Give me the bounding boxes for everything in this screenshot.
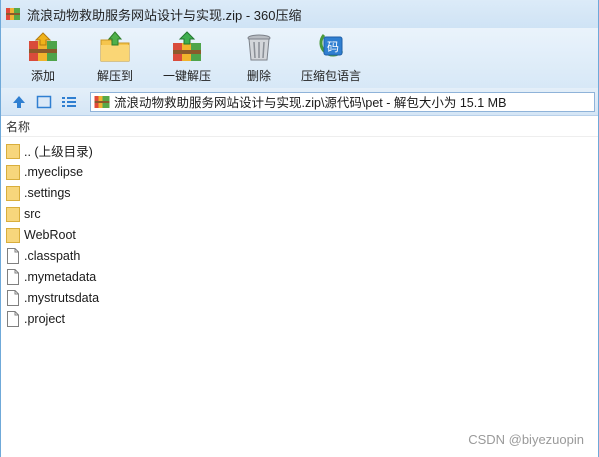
- toolbar: 添加 解压到 一键解压 删除 码 压缩包语言: [1, 28, 598, 88]
- list-view-icon: [62, 96, 76, 107]
- folder-icon: [6, 164, 20, 180]
- one-click-extract-label: 一键解压: [162, 69, 211, 83]
- title-bar[interactable]: 流浪动物救助服务网站设计与实现.zip - 360压缩: [1, 0, 598, 28]
- column-header-name[interactable]: 名称: [1, 118, 598, 137]
- file-icon: [6, 247, 20, 264]
- list-item[interactable]: src: [1, 203, 598, 224]
- list-item[interactable]: .mystrutsdata: [1, 287, 598, 308]
- address-bar[interactable]: 流浪动物救助服务网站设计与实现.zip\源代码\pet - 解包大小为 15.1…: [90, 91, 595, 112]
- item-name: src: [24, 206, 41, 221]
- file-icon: [6, 289, 20, 306]
- archive-language-label: 压缩包语言: [300, 69, 361, 83]
- folder-icon: [6, 185, 20, 201]
- trash-icon: [247, 34, 271, 61]
- folder-icon: [6, 143, 20, 159]
- item-name: .classpath: [24, 248, 81, 263]
- watermark-text: CSDN @biyezuopin: [468, 432, 584, 447]
- archive-icon: [94, 95, 110, 108]
- up-level-button[interactable]: [9, 92, 29, 112]
- list-item[interactable]: .project: [1, 308, 598, 329]
- list-item[interactable]: .. (上级目录): [1, 140, 598, 161]
- list-item[interactable]: .mymetadata: [1, 266, 598, 287]
- archive-language-icon: 码: [319, 34, 344, 57]
- item-name: .myeclipse: [24, 164, 84, 179]
- item-name: .project: [24, 311, 65, 326]
- address-row: 流浪动物救助服务网站设计与实现.zip\源代码\pet - 解包大小为 15.1…: [1, 88, 598, 116]
- add-label: 添加: [30, 69, 55, 83]
- archive-language-button[interactable]: 码 压缩包语言: [295, 28, 367, 88]
- one-click-extract-button[interactable]: 一键解压: [151, 28, 223, 88]
- folder-icon: [6, 227, 20, 243]
- file-icon: [6, 310, 20, 327]
- add-archive-icon: [29, 32, 57, 61]
- item-name: WebRoot: [24, 227, 76, 242]
- list-item[interactable]: WebRoot: [1, 224, 598, 245]
- extract-to-button[interactable]: 解压到: [79, 28, 151, 88]
- item-name: .settings: [24, 185, 71, 200]
- list-item[interactable]: .classpath: [1, 245, 598, 266]
- delete-button[interactable]: 删除: [223, 28, 295, 88]
- svg-text:码: 码: [327, 40, 339, 54]
- extract-to-label: 解压到: [96, 69, 133, 83]
- delete-label: 删除: [246, 69, 271, 83]
- add-button[interactable]: 添加: [7, 28, 79, 88]
- app-window: 流浪动物救助服务网站设计与实现.zip - 360压缩 添加 解压到 一键解压 …: [0, 0, 599, 457]
- archive-app-icon: [5, 6, 21, 22]
- item-name: .. (上级目录): [24, 145, 93, 159]
- item-name: .mystrutsdata: [24, 290, 100, 305]
- one-click-extract-icon: [173, 31, 201, 61]
- arrow-up-icon: [13, 95, 25, 108]
- extract-to-icon: [100, 31, 130, 62]
- list-item[interactable]: .myeclipse: [1, 161, 598, 182]
- folder-icon: [6, 206, 20, 222]
- window-title: 流浪动物救助服务网站设计与实现.zip - 360压缩: [27, 7, 302, 23]
- item-name: .mymetadata: [24, 269, 97, 284]
- thumbnail-view-icon: [36, 95, 52, 108]
- thumbnail-view-button[interactable]: [34, 92, 54, 112]
- file-list: .. (上级目录) .myeclipse .settings src WebRo…: [1, 137, 598, 329]
- address-path: 流浪动物救助服务网站设计与实现.zip\源代码\pet - 解包大小为 15.1…: [114, 96, 507, 110]
- list-item[interactable]: .settings: [1, 182, 598, 203]
- file-icon: [6, 268, 20, 285]
- list-view-button[interactable]: [59, 92, 79, 112]
